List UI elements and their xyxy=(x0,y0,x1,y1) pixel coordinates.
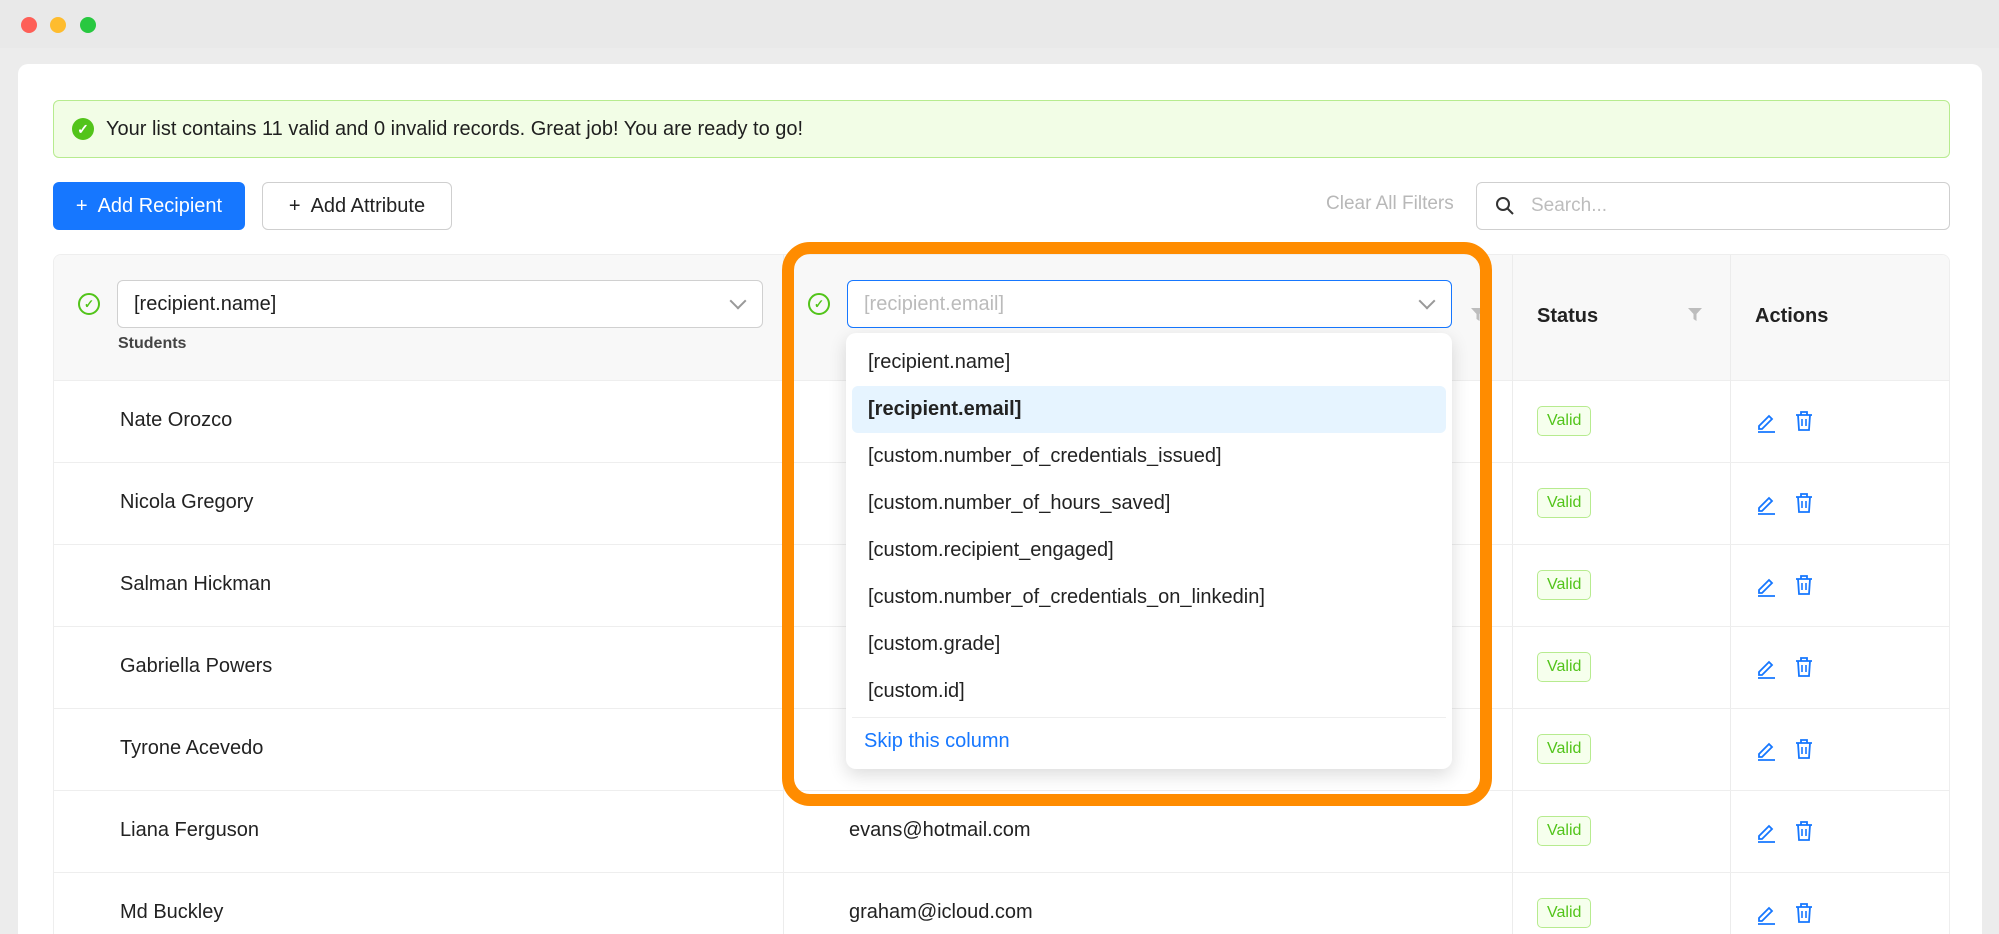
status-column-header: Status xyxy=(1537,305,1599,327)
status-badge: Valid xyxy=(1537,406,1592,436)
status-badge: Valid xyxy=(1537,570,1592,600)
add-recipient-label: Add Recipient xyxy=(97,194,223,217)
table-row: Md Buckley graham@icloud.com Valid xyxy=(54,873,1949,934)
delete-icon[interactable] xyxy=(1794,820,1814,842)
edit-icon[interactable] xyxy=(1755,657,1777,679)
close-window-button[interactable] xyxy=(21,17,37,33)
recipient-name-cell: Nicola Gregory xyxy=(120,491,254,513)
delete-icon[interactable] xyxy=(1794,738,1814,760)
annotation-highlight-box xyxy=(782,242,1492,806)
add-recipient-button[interactable]: + Add Recipient xyxy=(53,182,245,230)
minimize-window-button[interactable] xyxy=(50,17,66,33)
add-attribute-button[interactable]: + Add Attribute xyxy=(262,182,452,230)
status-badge: Valid xyxy=(1537,898,1592,928)
clear-all-filters-link[interactable]: Clear All Filters xyxy=(1326,193,1454,215)
recipient-name-cell: Liana Ferguson xyxy=(120,819,259,841)
recipient-email-cell: graham@icloud.com xyxy=(849,901,1033,923)
search-placeholder: Search... xyxy=(1531,195,1608,216)
recipient-name-cell: Tyrone Acevedo xyxy=(120,737,264,759)
edit-icon[interactable] xyxy=(1755,739,1777,761)
delete-icon[interactable] xyxy=(1794,656,1814,678)
status-badge: Valid xyxy=(1537,488,1592,518)
name-column-selected-value: [recipient.name] xyxy=(134,292,277,315)
recipient-name-cell: Gabriella Powers xyxy=(120,655,273,677)
recipient-email-cell: evans@hotmail.com xyxy=(849,819,1031,841)
status-badge: Valid xyxy=(1537,652,1592,682)
name-column-source-label: Students xyxy=(118,335,187,352)
column-mapped-check-icon: ✓ xyxy=(78,293,100,315)
status-badge: Valid xyxy=(1537,816,1592,846)
edit-icon[interactable] xyxy=(1755,903,1777,925)
recipient-name-cell: Md Buckley xyxy=(120,901,224,923)
delete-icon[interactable] xyxy=(1794,492,1814,514)
actions-column-header: Actions xyxy=(1755,305,1829,327)
status-filter-icon[interactable] xyxy=(1688,308,1702,322)
name-column-mapping-select[interactable]: [recipient.name] xyxy=(117,280,763,328)
check-circle-icon: ✓ xyxy=(72,118,94,140)
status-badge: Valid xyxy=(1537,734,1592,764)
edit-icon[interactable] xyxy=(1755,575,1777,597)
banner-message: Your list contains 11 valid and 0 invali… xyxy=(106,117,804,140)
edit-icon[interactable] xyxy=(1755,821,1777,843)
add-attribute-label: Add Attribute xyxy=(310,194,426,217)
recipient-name-cell: Salman Hickman xyxy=(120,573,272,595)
plus-icon: + xyxy=(75,194,88,217)
search-input[interactable]: Search... xyxy=(1476,182,1950,230)
edit-icon[interactable] xyxy=(1755,411,1777,433)
plus-icon: + xyxy=(288,194,301,217)
validation-banner: ✓ Your list contains 11 valid and 0 inva… xyxy=(53,100,1950,158)
delete-icon[interactable] xyxy=(1794,902,1814,924)
recipient-name-cell: Nate Orozco xyxy=(120,409,233,431)
search-icon xyxy=(1496,197,1514,215)
delete-icon[interactable] xyxy=(1794,574,1814,596)
window-titlebar xyxy=(0,0,1999,48)
delete-icon[interactable] xyxy=(1794,410,1814,432)
chevron-down-icon xyxy=(729,292,747,310)
maximize-window-button[interactable] xyxy=(80,17,96,33)
edit-icon[interactable] xyxy=(1755,493,1777,515)
